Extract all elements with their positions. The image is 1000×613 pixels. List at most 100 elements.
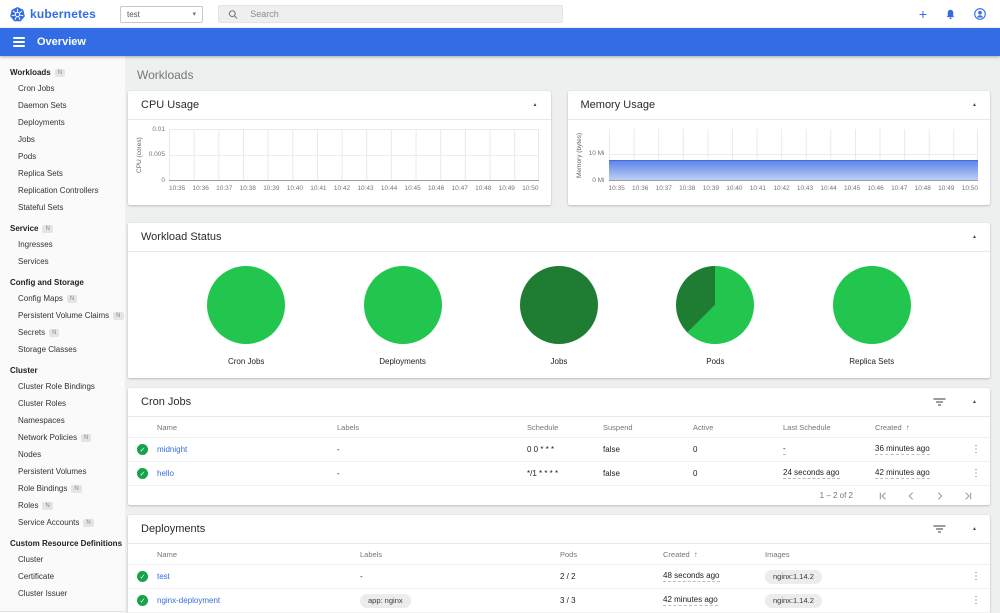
column-header-schedule: Schedule bbox=[527, 422, 559, 432]
column-header-labels: Labels bbox=[337, 422, 360, 432]
sidebar-item-services[interactable]: Services bbox=[0, 253, 125, 270]
namespaced-badge: N bbox=[113, 311, 124, 320]
pie-chart bbox=[207, 266, 286, 344]
filter-icon[interactable] bbox=[933, 397, 946, 407]
search-bar[interactable] bbox=[218, 5, 563, 23]
last-page-icon[interactable] bbox=[964, 491, 974, 501]
sidebar-item-cluster-roles[interactable]: Cluster Roles bbox=[0, 395, 125, 412]
previous-page-icon[interactable] bbox=[906, 491, 916, 501]
sidebar-section-custom-resource-definitions-label: Custom Resource Definitions bbox=[10, 539, 123, 548]
sidebar-item-roles[interactable]: Roles N bbox=[0, 497, 125, 514]
sidebar-item-cluster[interactable]: Cluster bbox=[0, 551, 125, 568]
x-tick: 10:46 bbox=[867, 185, 884, 192]
sidebar-item-deployments[interactable]: Deployments bbox=[0, 114, 125, 131]
sidebar-item-namespaces[interactable]: Namespaces bbox=[0, 412, 125, 429]
sidebar-item-secrets-label: Secrets bbox=[18, 328, 46, 337]
sidebar-section-workloads[interactable]: Workloads N bbox=[0, 60, 125, 80]
next-page-icon[interactable] bbox=[935, 491, 945, 501]
row-actions-menu-icon[interactable]: ⋮ bbox=[971, 468, 981, 479]
sidebar-item-ingresses[interactable]: Ingresses bbox=[0, 236, 125, 253]
header-actions: + bbox=[919, 7, 1000, 21]
collapse-card-icon[interactable]: ▲ bbox=[972, 399, 977, 405]
sidebar-item-cluster-issuer[interactable]: Cluster Issuer bbox=[0, 585, 125, 602]
sidebar-item-replication-controllers[interactable]: Replication Controllers bbox=[0, 182, 125, 199]
sidebar-item-cluster-role-bindings[interactable]: Cluster Role Bindings bbox=[0, 378, 125, 395]
sidebar-item-jobs[interactable]: Jobs bbox=[0, 131, 125, 148]
user-account-icon[interactable] bbox=[974, 8, 986, 20]
x-tick: 10:37 bbox=[216, 185, 233, 192]
sidebar-item-daemon-sets-label: Daemon Sets bbox=[18, 101, 67, 110]
sidebar-item-nodes[interactable]: Nodes bbox=[0, 446, 125, 463]
row-actions-menu-icon[interactable]: ⋮ bbox=[971, 571, 981, 582]
sidebar-section-cluster[interactable]: Cluster bbox=[0, 358, 125, 378]
hamburger-menu-icon[interactable] bbox=[13, 37, 25, 47]
image-chip: nginx:1.14.2 bbox=[765, 569, 822, 584]
kubernetes-logo[interactable]: kubernetes bbox=[0, 6, 120, 22]
sidebar-section-service[interactable]: Service N bbox=[0, 216, 125, 236]
search-input[interactable] bbox=[250, 9, 553, 19]
column-header-images: Images bbox=[765, 549, 790, 559]
x-tick: 10:39 bbox=[263, 185, 280, 192]
kubernetes-helm-icon bbox=[10, 6, 25, 21]
sidebar-item-replica-sets[interactable]: Replica Sets bbox=[0, 165, 125, 182]
sidebar-section-custom-resource-definitions[interactable]: Custom Resource Definitions bbox=[0, 531, 125, 551]
sidebar-section-config-and-storage[interactable]: Config and Storage bbox=[0, 270, 125, 290]
namespaced-badge: N bbox=[81, 433, 92, 442]
sidebar-item-secrets[interactable]: Secrets N bbox=[0, 324, 125, 341]
x-tick: 10:41 bbox=[310, 185, 327, 192]
pie-chart bbox=[832, 266, 911, 344]
deployments-table-header: Name Labels Pods Created ↑ Images bbox=[128, 544, 990, 565]
sidebar-item-roles-label: Roles bbox=[18, 501, 39, 510]
sidebar-item-persistent-volume-claims[interactable]: Persistent Volume Claims N bbox=[0, 307, 125, 324]
deployment-name-link[interactable]: test bbox=[157, 572, 360, 581]
sidebar-item-certificate[interactable]: Certificate bbox=[0, 568, 125, 585]
cron-job-name-link[interactable]: hello bbox=[157, 469, 337, 478]
x-tick: 10:39 bbox=[702, 185, 719, 192]
sidebar-item-stateful-sets[interactable]: Stateful Sets bbox=[0, 199, 125, 216]
column-header-created[interactable]: Created ↑ bbox=[663, 550, 765, 559]
sidebar-nav: Workloads N Cron Jobs Daemon Sets Deployment… bbox=[0, 56, 125, 613]
pie-jobs: Jobs bbox=[519, 266, 598, 366]
column-header-name[interactable]: Name bbox=[157, 423, 337, 432]
create-resource-plus-icon[interactable]: + bbox=[919, 7, 927, 21]
sidebar-item-pods[interactable]: Pods bbox=[0, 148, 125, 165]
sidebar-item-storage-classes[interactable]: Storage Classes bbox=[0, 341, 125, 358]
workload-status-card: Workload Status ▲ Cron Jobs Deployments … bbox=[128, 223, 990, 378]
status-ok-icon: ✓ bbox=[137, 468, 148, 479]
status-ok-icon: ✓ bbox=[137, 444, 148, 455]
cron-job-name-link[interactable]: midnight bbox=[157, 445, 337, 454]
sidebar-item-config-maps[interactable]: Config Maps N bbox=[0, 290, 125, 307]
x-tick: 10:38 bbox=[679, 185, 696, 192]
page-header-title: Overview bbox=[37, 36, 86, 48]
cron-jobs-card: Cron Jobs ▲ Name Labels Schedule Suspend… bbox=[128, 388, 990, 505]
sidebar-item-jobs-label: Jobs bbox=[18, 135, 35, 144]
cell-labels: - bbox=[337, 445, 340, 454]
collapse-card-icon[interactable]: ▲ bbox=[533, 102, 538, 108]
table-row: ✓ test - 2 / 2 48 seconds ago nginx:1.14… bbox=[128, 565, 990, 589]
first-page-icon[interactable] bbox=[877, 491, 887, 501]
sidebar-item-service-accounts[interactable]: Service Accounts N bbox=[0, 514, 125, 531]
row-actions-menu-icon[interactable]: ⋮ bbox=[971, 595, 981, 606]
notifications-bell-icon[interactable] bbox=[945, 8, 956, 20]
row-actions-menu-icon[interactable]: ⋮ bbox=[971, 444, 981, 455]
y-tick: 0.005 bbox=[148, 151, 165, 158]
column-header-created[interactable]: Created ↑ bbox=[875, 423, 962, 432]
collapse-card-icon[interactable]: ▲ bbox=[972, 102, 977, 108]
sidebar-item-cron-jobs[interactable]: Cron Jobs bbox=[0, 80, 125, 97]
sidebar-item-daemon-sets[interactable]: Daemon Sets bbox=[0, 97, 125, 114]
sidebar-item-persistent-volumes[interactable]: Persistent Volumes bbox=[0, 463, 125, 480]
namespaced-badge: N bbox=[66, 294, 78, 303]
cpu-x-ticks: 10:35 10:36 10:37 10:38 10:39 10:40 10:41 10:42… bbox=[169, 181, 539, 192]
collapse-card-icon[interactable]: ▲ bbox=[972, 526, 977, 532]
column-header-suspend: Suspend bbox=[603, 422, 633, 432]
filter-icon[interactable] bbox=[933, 524, 946, 534]
sort-arrow-up-icon: ↑ bbox=[905, 422, 910, 432]
app-bar: Overview bbox=[0, 28, 1000, 56]
sidebar-item-network-policies[interactable]: Network Policies N bbox=[0, 429, 125, 446]
sidebar-item-cluster-roles-label: Cluster Roles bbox=[18, 399, 67, 408]
sidebar-item-role-bindings[interactable]: Role Bindings N bbox=[0, 480, 125, 497]
column-header-name[interactable]: Name bbox=[157, 550, 360, 559]
namespace-selector[interactable]: test ▾ bbox=[120, 5, 203, 23]
deployment-name-link[interactable]: nginx-deployment bbox=[157, 596, 360, 605]
collapse-card-icon[interactable]: ▲ bbox=[972, 234, 977, 240]
